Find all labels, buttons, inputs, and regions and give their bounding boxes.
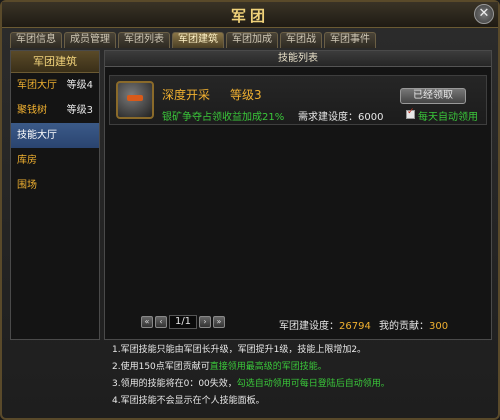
- sidebar-item-label: 军团大厅: [17, 80, 57, 91]
- note-line-1: 1.军团技能只能由军团长升级，军团提升1级，技能上限增加2。: [112, 345, 367, 355]
- claimed-button[interactable]: 已经领取: [400, 88, 466, 104]
- skill-list-header: 技能列表: [105, 51, 491, 67]
- note-text: 2.使用150点军团贡献可: [112, 362, 210, 372]
- sidebar-item-level: 等级4: [66, 80, 93, 91]
- helmet-icon[interactable]: [116, 81, 154, 119]
- help-notes: 1.军团技能只能由军团长升级，军团提升1级，技能上限增加2。 2.使用150点军…: [112, 342, 492, 414]
- sidebar-item-paddock[interactable]: 围场: [11, 173, 99, 198]
- sidebar-item-label: 库房: [17, 155, 37, 166]
- build-label: 军团建设度：: [279, 321, 339, 332]
- note-line-3: 3.领用的技能将在0：00失效，勾选自动领用可每日登陆后自动领用。: [112, 376, 492, 393]
- sidebar-item-money-tree[interactable]: 聚钱树 等级3: [11, 98, 99, 123]
- sidebar-item-level: 等级3: [66, 105, 93, 116]
- first-page-button[interactable]: «: [141, 316, 153, 328]
- sidebar-header: 军团建筑: [11, 51, 99, 73]
- prev-page-button[interactable]: ‹: [155, 316, 167, 328]
- note-highlight: 勾选自动领用可每日登陆后自动领用。: [236, 379, 390, 389]
- skill-requirement: 需求建设度：6000: [298, 112, 384, 123]
- tab-legion-list[interactable]: 军团列表: [118, 32, 170, 48]
- build-value: 26794: [339, 321, 371, 332]
- legion-window: 军团 ✕ 军团信息 成员管理 军团列表 军团建筑 军团加成 军团战 军团事件 军…: [0, 0, 500, 420]
- auto-claim-label: 每天自动领用: [418, 112, 478, 123]
- note-text: 3.领用的技能将在0：00失效，: [112, 379, 237, 389]
- skill-level: 等级3: [230, 88, 262, 102]
- skill-panel: 技能列表 深度开采 等级3 银矿争夺占领收益加成21% 需求建设度：6000 已…: [104, 50, 492, 340]
- pagination: « ‹ 1/1 › »: [141, 315, 225, 329]
- skill-description: 银矿争夺占领收益加成21%: [162, 112, 285, 123]
- contrib-value: 300: [429, 321, 449, 332]
- tab-legion-buildings[interactable]: 军团建筑: [172, 32, 224, 48]
- sidebar-item-label: 围场: [17, 180, 37, 191]
- title-bar[interactable]: 军团 ✕: [2, 2, 498, 28]
- legion-build-stat: 军团建设度：26794: [279, 317, 371, 332]
- my-contribution-stat: 我的贡献：300: [379, 317, 448, 332]
- sidebar-item-warehouse[interactable]: 库房: [11, 148, 99, 173]
- close-icon[interactable]: ✕: [474, 4, 494, 24]
- sidebar-item-legion-hall[interactable]: 军团大厅 等级4: [11, 73, 99, 98]
- sidebar-item-label: 聚钱树: [17, 105, 47, 116]
- skill-name: 深度开采: [162, 88, 211, 102]
- tab-legion-war[interactable]: 军团战: [280, 32, 322, 48]
- last-page-button[interactable]: »: [213, 316, 225, 328]
- tab-legion-events[interactable]: 军团事件: [324, 32, 376, 48]
- tab-legion-bonus[interactable]: 军团加成: [226, 32, 278, 48]
- building-sidebar: 军团建筑 军团大厅 等级4 聚钱树 等级3 技能大厅 库房 围场: [10, 50, 100, 340]
- sidebar-item-skill-hall[interactable]: 技能大厅: [11, 123, 99, 148]
- tab-legion-info[interactable]: 军团信息: [10, 32, 62, 48]
- tab-bar: 军团信息 成员管理 军团列表 军团建筑 军团加成 军团战 军团事件: [10, 32, 376, 48]
- contrib-label: 我的贡献：: [379, 321, 429, 332]
- next-page-button[interactable]: ›: [199, 316, 211, 328]
- note-line-2: 2.使用150点军团贡献可直接领用最高级的军团技能。: [112, 359, 492, 376]
- window-title: 军团: [230, 7, 269, 25]
- tab-member-management[interactable]: 成员管理: [64, 32, 116, 48]
- note-highlight: 直接领用最高级的军团技能。: [209, 362, 327, 372]
- note-line-4: 4.军团技能不会显示在个人技能面板。: [112, 396, 265, 406]
- skill-card: 深度开采 等级3 银矿争夺占领收益加成21% 需求建设度：6000 已经领取 每…: [109, 75, 487, 125]
- page-indicator: 1/1: [169, 315, 197, 329]
- sidebar-item-label: 技能大厅: [17, 130, 57, 141]
- auto-claim-checkbox[interactable]: [406, 107, 415, 119]
